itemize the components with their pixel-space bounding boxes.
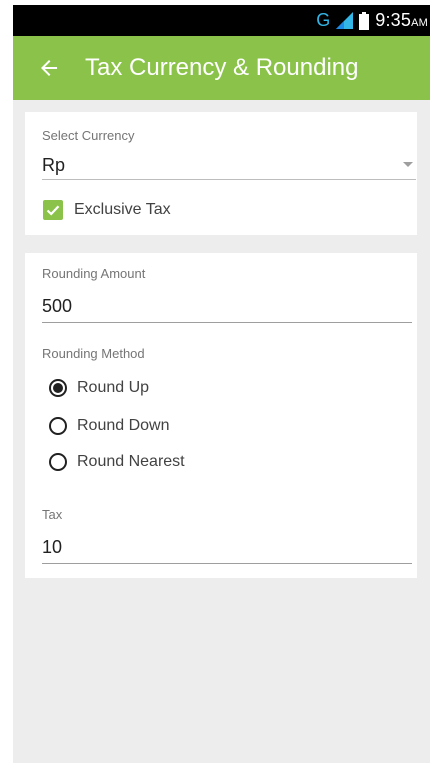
currency-selected-value: Rp	[42, 155, 66, 175]
exclusive-tax-checkbox[interactable]: Exclusive Tax	[43, 200, 171, 220]
page-title: Tax Currency & Rounding	[85, 54, 359, 81]
clock: 9:35AM	[375, 10, 428, 31]
radio-dot	[53, 383, 63, 393]
rounding-card: Rounding Amount 500 Rounding Method Roun…	[25, 253, 417, 578]
app-bar: Tax Currency & Rounding	[13, 36, 430, 100]
radio-round-up[interactable]: Round Up	[49, 379, 149, 397]
currency-select[interactable]: Rp	[42, 149, 416, 180]
radio-round-nearest-label: Round Nearest	[77, 453, 185, 470]
radio-round-down-label: Round Down	[77, 417, 170, 434]
radio-selected-icon[interactable]	[49, 379, 67, 397]
battery-icon	[359, 11, 370, 30]
radio-unselected-icon[interactable]	[49, 453, 67, 471]
clock-ampm: AM	[411, 17, 428, 29]
rounding-method-label: Rounding Method	[42, 346, 145, 361]
dropdown-arrow-icon	[403, 162, 413, 167]
status-bar: G 9:35AM	[13, 5, 430, 36]
network-type: G	[316, 10, 331, 30]
radio-round-up-label: Round Up	[77, 379, 150, 396]
rounding-amount-label: Rounding Amount	[42, 266, 146, 281]
app-screen: G 9:35AM Tax Currency & Rounding Select …	[13, 5, 430, 763]
currency-card: Select Currency Rp Exclusive Tax	[25, 112, 417, 235]
signal-icon	[336, 12, 354, 29]
page: G 9:35AM Tax Currency & Rounding Select …	[0, 0, 430, 763]
select-currency-label: Select Currency	[42, 128, 135, 143]
radio-round-down[interactable]: Round Down	[49, 417, 170, 435]
rounding-amount-input[interactable]: 500	[42, 290, 412, 323]
clock-time: 9:35	[375, 10, 412, 30]
status-icons: G 9:35AM	[316, 5, 430, 36]
checkbox-checked-icon[interactable]	[43, 200, 63, 220]
tax-input[interactable]: 10	[42, 531, 412, 564]
radio-unselected-icon[interactable]	[49, 417, 67, 435]
tax-label: Tax	[42, 507, 63, 522]
radio-round-nearest[interactable]: Round Nearest	[49, 453, 185, 471]
arrow-left-icon[interactable]	[37, 56, 61, 80]
exclusive-tax-label: Exclusive Tax	[74, 201, 171, 218]
